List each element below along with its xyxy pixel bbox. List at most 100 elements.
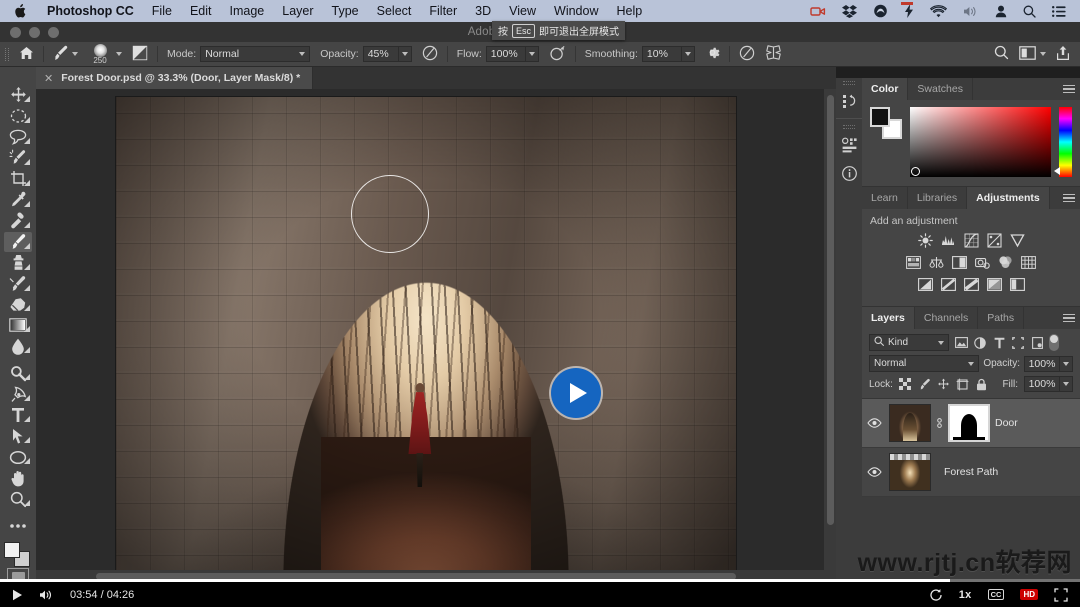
hue-slider-handle[interactable] [1054,167,1060,175]
arrange-documents-button[interactable] [1014,42,1051,67]
filter-toggle-switch[interactable] [1049,334,1059,351]
opacity-stepper[interactable] [398,46,412,62]
menu-type[interactable]: Type [323,0,368,22]
play-button-icon[interactable] [551,368,601,418]
creative-cloud-icon[interactable] [865,4,896,18]
layer-row-door[interactable]: Door [862,399,1080,448]
properties-icon[interactable] [836,131,862,159]
type-tool[interactable] [4,405,32,425]
panel-menu-icon[interactable] [1063,78,1075,100]
tab-color[interactable]: Color [862,78,909,100]
layer-blend-mode-select[interactable]: Normal [869,355,980,372]
volume-icon[interactable] [31,582,62,607]
color-panel-swatches[interactable] [870,107,902,139]
forest-path-thumbnail[interactable] [889,453,931,491]
filter-smart-object-icon[interactable] [1030,336,1044,350]
layer-name-forest-path[interactable]: Forest Path [944,466,998,478]
color-balance-icon[interactable] [929,254,945,270]
menu-photoshop[interactable]: Photoshop CC [38,0,143,22]
menu-file[interactable]: File [143,0,181,22]
color-lookup-icon[interactable] [1021,254,1037,270]
tab-swatches[interactable]: Swatches [908,78,973,100]
playback-speed-button[interactable]: 1x [951,582,980,607]
gradient-tool[interactable] [4,315,32,335]
tab-layers[interactable]: Layers [862,307,915,329]
black-white-icon[interactable] [952,254,968,270]
invert-icon[interactable] [917,276,933,292]
info-icon[interactable] [836,159,862,187]
spotlight-search-icon[interactable] [1015,5,1044,18]
brush-angle-button[interactable] [734,42,760,67]
rail-grip[interactable] [836,122,862,131]
tab-learn[interactable]: Learn [862,187,908,209]
zoom-tool[interactable] [4,489,32,509]
share-button[interactable] [1051,42,1080,67]
elliptical-marquee-tool[interactable] [4,106,32,126]
filter-pixel-icon[interactable] [954,336,968,350]
lock-artboard-icon[interactable] [956,378,969,391]
menu-select[interactable]: Select [368,0,421,22]
channel-mixer-icon[interactable] [998,254,1014,270]
smoothing-stepper[interactable] [681,46,695,62]
threshold-icon[interactable] [963,276,979,292]
search-button[interactable] [989,42,1014,67]
levels-icon[interactable] [940,232,956,248]
play-icon[interactable] [0,582,31,607]
photo-filter-icon[interactable] [975,254,991,270]
canvas-area[interactable] [36,89,836,582]
brush-tool[interactable] [4,231,32,252]
filter-adjustment-icon[interactable] [973,336,987,350]
blur-tool[interactable] [4,336,32,356]
posterize-icon[interactable] [940,276,956,292]
opacity-control[interactable]: 45% [362,46,412,62]
exposure-icon[interactable] [986,232,1002,248]
menu-edit[interactable]: Edit [181,0,221,22]
notification-center-icon[interactable] [1044,5,1074,17]
curves-icon[interactable] [963,232,979,248]
healing-brush-tool[interactable] [4,211,32,231]
fullscreen-icon[interactable] [1046,582,1080,607]
rail-grip[interactable] [836,78,862,87]
opacity-value[interactable]: 45% [362,46,399,62]
blend-mode-select[interactable]: Normal [200,46,311,62]
airbrush-button[interactable] [544,42,571,67]
menu-help[interactable]: Help [608,0,652,22]
vertical-scroll-thumb[interactable] [827,95,834,525]
tab-adjustments[interactable]: Adjustments [967,187,1050,209]
battery-bolt-icon[interactable] [896,2,922,18]
apple-icon[interactable] [6,4,38,18]
options-bar-grip[interactable] [0,42,14,67]
pen-tool[interactable] [4,384,32,404]
color-picker-handle[interactable] [911,167,920,176]
dropbox-icon[interactable] [834,4,865,18]
color-spectrum-field[interactable] [910,107,1051,177]
layer-opacity-stepper[interactable] [1060,355,1073,372]
layer-opacity-value[interactable]: 100% [1024,355,1060,372]
color-foreground-swatch[interactable] [870,107,890,127]
layer-filter-kind-select[interactable]: Kind [869,334,949,351]
edit-toolbar-button[interactable] [4,516,32,536]
panel-menu-icon[interactable] [1063,187,1075,209]
menu-layer[interactable]: Layer [273,0,322,22]
hue-saturation-icon[interactable] [906,254,922,270]
eye-icon[interactable] [864,418,884,428]
symmetry-button[interactable] [760,42,787,67]
layer-fill-value[interactable]: 100% [1024,376,1060,392]
tab-paths[interactable]: Paths [978,307,1025,329]
volume-icon[interactable] [955,5,987,18]
tab-libraries[interactable]: Libraries [908,187,968,209]
selective-color-icon[interactable] [1009,276,1025,292]
move-tool[interactable] [4,85,32,105]
wifi-icon[interactable] [922,4,955,18]
screen-recorder-icon[interactable] [802,5,834,18]
menu-3d[interactable]: 3D [466,0,500,22]
document-tab[interactable]: ✕ Forest Door.psd @ 33.3% (Door, Layer M… [36,67,314,89]
smoothing-control[interactable]: 10% [641,46,695,62]
crop-tool[interactable] [4,169,32,189]
eye-icon[interactable] [864,467,884,477]
filter-shape-icon[interactable] [1011,336,1025,350]
menu-window[interactable]: Window [545,0,607,22]
foreground-color-swatch[interactable] [4,542,20,559]
document-artboard[interactable] [116,97,736,582]
flow-stepper[interactable] [525,46,539,62]
